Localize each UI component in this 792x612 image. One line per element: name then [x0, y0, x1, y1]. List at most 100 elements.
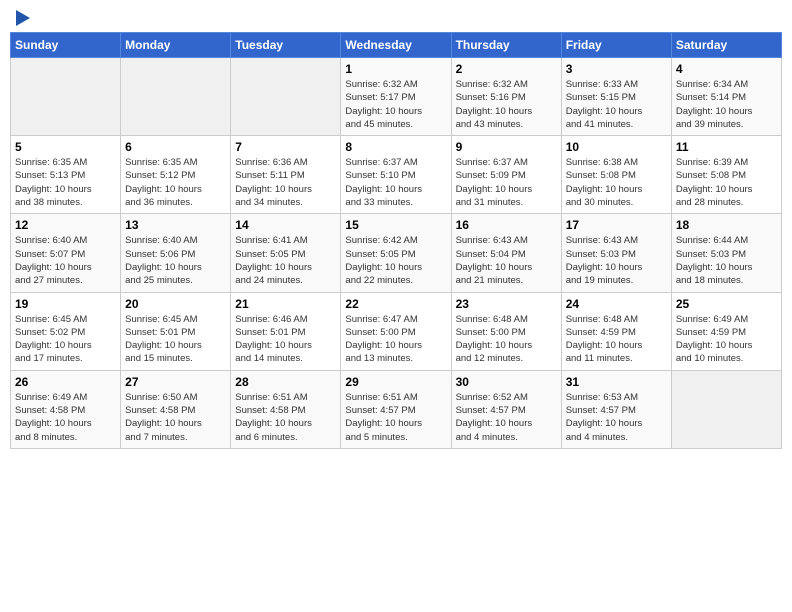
day-number: 24	[566, 297, 667, 311]
calendar-cell	[671, 370, 781, 448]
day-info: Sunrise: 6:47 AMSunset: 5:00 PMDaylight:…	[345, 313, 446, 366]
day-info: Sunrise: 6:39 AMSunset: 5:08 PMDaylight:…	[676, 156, 777, 209]
calendar-cell: 24 Sunrise: 6:48 AMSunset: 4:59 PMDayligh…	[561, 292, 671, 370]
calendar-cell: 12 Sunrise: 6:40 AMSunset: 5:07 PMDayligh…	[11, 214, 121, 292]
day-info: Sunrise: 6:37 AMSunset: 5:09 PMDaylight:…	[456, 156, 557, 209]
day-number: 13	[125, 218, 226, 232]
weekday-header-monday: Monday	[121, 33, 231, 58]
calendar-cell: 31Sunrise: 6:53 AMSunset: 4:57 PMDayligh…	[561, 370, 671, 448]
day-number: 26	[15, 375, 116, 389]
calendar-cell: 22 Sunrise: 6:47 AMSunset: 5:00 PMDayligh…	[341, 292, 451, 370]
day-info: Sunrise: 6:34 AMSunset: 5:14 PMDaylight:…	[676, 78, 777, 131]
calendar-cell: 10 Sunrise: 6:38 AMSunset: 5:08 PMDayligh…	[561, 136, 671, 214]
calendar-cell: 9 Sunrise: 6:37 AMSunset: 5:09 PMDaylight…	[451, 136, 561, 214]
day-number: 8	[345, 140, 446, 154]
day-number: 5	[15, 140, 116, 154]
day-info: Sunrise: 6:52 AMSunset: 4:57 PMDaylight:…	[456, 391, 557, 444]
day-info: Sunrise: 6:44 AMSunset: 5:03 PMDaylight:…	[676, 234, 777, 287]
day-info: Sunrise: 6:43 AMSunset: 5:04 PMDaylight:…	[456, 234, 557, 287]
calendar-cell: 27Sunrise: 6:50 AMSunset: 4:58 PMDayligh…	[121, 370, 231, 448]
calendar-cell: 15Sunrise: 6:42 AMSunset: 5:05 PMDayligh…	[341, 214, 451, 292]
calendar-cell: 25Sunrise: 6:49 AMSunset: 4:59 PMDayligh…	[671, 292, 781, 370]
day-info: Sunrise: 6:37 AMSunset: 5:10 PMDaylight:…	[345, 156, 446, 209]
day-info: Sunrise: 6:35 AMSunset: 5:13 PMDaylight:…	[15, 156, 116, 209]
calendar-cell	[11, 58, 121, 136]
calendar-cell: 19Sunrise: 6:45 AMSunset: 5:02 PMDayligh…	[11, 292, 121, 370]
calendar-cell: 17Sunrise: 6:43 AMSunset: 5:03 PMDayligh…	[561, 214, 671, 292]
day-info: Sunrise: 6:33 AMSunset: 5:15 PMDaylight:…	[566, 78, 667, 131]
day-info: Sunrise: 6:48 AMSunset: 4:59 PMDaylight:…	[566, 313, 667, 366]
calendar-cell	[121, 58, 231, 136]
day-number: 16	[456, 218, 557, 232]
day-info: Sunrise: 6:32 AMSunset: 5:16 PMDaylight:…	[456, 78, 557, 131]
day-number: 29	[345, 375, 446, 389]
day-info: Sunrise: 6:49 AMSunset: 4:59 PMDaylight:…	[676, 313, 777, 366]
day-number: 11	[676, 140, 777, 154]
day-info: Sunrise: 6:40 AMSunset: 5:07 PMDaylight:…	[15, 234, 116, 287]
weekday-header-friday: Friday	[561, 33, 671, 58]
calendar-week-4: 19Sunrise: 6:45 AMSunset: 5:02 PMDayligh…	[11, 292, 782, 370]
weekday-header-sunday: Sunday	[11, 33, 121, 58]
calendar-week-3: 12 Sunrise: 6:40 AMSunset: 5:07 PMDayligh…	[11, 214, 782, 292]
calendar-cell: 26 Sunrise: 6:49 AMSunset: 4:58 PMDayligh…	[11, 370, 121, 448]
calendar-cell: 11 Sunrise: 6:39 AMSunset: 5:08 PMDayligh…	[671, 136, 781, 214]
calendar-cell: 16 Sunrise: 6:43 AMSunset: 5:04 PMDayligh…	[451, 214, 561, 292]
calendar-cell: 28Sunrise: 6:51 AMSunset: 4:58 PMDayligh…	[231, 370, 341, 448]
day-number: 6	[125, 140, 226, 154]
day-number: 23	[456, 297, 557, 311]
calendar-cell: 13 Sunrise: 6:40 AMSunset: 5:06 PMDayligh…	[121, 214, 231, 292]
calendar-week-2: 5 Sunrise: 6:35 AMSunset: 5:13 PMDaylight…	[11, 136, 782, 214]
day-number: 15	[345, 218, 446, 232]
day-info: Sunrise: 6:46 AMSunset: 5:01 PMDaylight:…	[235, 313, 336, 366]
day-info: Sunrise: 6:45 AMSunset: 5:02 PMDaylight:…	[15, 313, 116, 366]
weekday-header-thursday: Thursday	[451, 33, 561, 58]
calendar-header: SundayMondayTuesdayWednesdayThursdayFrid…	[11, 33, 782, 58]
day-number: 12	[15, 218, 116, 232]
calendar-cell: 21 Sunrise: 6:46 AMSunset: 5:01 PMDayligh…	[231, 292, 341, 370]
day-info: Sunrise: 6:53 AMSunset: 4:57 PMDaylight:…	[566, 391, 667, 444]
day-number: 21	[235, 297, 336, 311]
day-number: 22	[345, 297, 446, 311]
day-info: Sunrise: 6:35 AMSunset: 5:12 PMDaylight:…	[125, 156, 226, 209]
calendar-cell: 7 Sunrise: 6:36 AMSunset: 5:11 PMDaylight…	[231, 136, 341, 214]
day-info: Sunrise: 6:32 AMSunset: 5:17 PMDaylight:…	[345, 78, 446, 131]
calendar-cell: 23 Sunrise: 6:48 AMSunset: 5:00 PMDayligh…	[451, 292, 561, 370]
weekday-row: SundayMondayTuesdayWednesdayThursdayFrid…	[11, 33, 782, 58]
logo	[14, 10, 30, 26]
day-info: Sunrise: 6:40 AMSunset: 5:06 PMDaylight:…	[125, 234, 226, 287]
logo-arrow-icon	[16, 10, 30, 26]
calendar-cell: 3 Sunrise: 6:33 AMSunset: 5:15 PMDaylight…	[561, 58, 671, 136]
calendar-cell: 5 Sunrise: 6:35 AMSunset: 5:13 PMDaylight…	[11, 136, 121, 214]
day-number: 27	[125, 375, 226, 389]
day-number: 4	[676, 62, 777, 76]
calendar-cell: 30 Sunrise: 6:52 AMSunset: 4:57 PMDayligh…	[451, 370, 561, 448]
weekday-header-tuesday: Tuesday	[231, 33, 341, 58]
calendar-cell: 6 Sunrise: 6:35 AMSunset: 5:12 PMDaylight…	[121, 136, 231, 214]
calendar-cell: 14Sunrise: 6:41 AMSunset: 5:05 PMDayligh…	[231, 214, 341, 292]
day-number: 14	[235, 218, 336, 232]
day-number: 10	[566, 140, 667, 154]
day-number: 3	[566, 62, 667, 76]
day-number: 18	[676, 218, 777, 232]
day-number: 30	[456, 375, 557, 389]
day-info: Sunrise: 6:43 AMSunset: 5:03 PMDaylight:…	[566, 234, 667, 287]
day-info: Sunrise: 6:38 AMSunset: 5:08 PMDaylight:…	[566, 156, 667, 209]
calendar-week-5: 26 Sunrise: 6:49 AMSunset: 4:58 PMDayligh…	[11, 370, 782, 448]
calendar-cell: 4 Sunrise: 6:34 AMSunset: 5:14 PMDaylight…	[671, 58, 781, 136]
day-number: 9	[456, 140, 557, 154]
calendar-cell: 18 Sunrise: 6:44 AMSunset: 5:03 PMDayligh…	[671, 214, 781, 292]
weekday-header-saturday: Saturday	[671, 33, 781, 58]
calendar-cell: 2 Sunrise: 6:32 AMSunset: 5:16 PMDaylight…	[451, 58, 561, 136]
calendar-body: 1Sunrise: 6:32 AMSunset: 5:17 PMDaylight…	[11, 58, 782, 449]
calendar-cell: 1Sunrise: 6:32 AMSunset: 5:17 PMDaylight…	[341, 58, 451, 136]
day-info: Sunrise: 6:49 AMSunset: 4:58 PMDaylight:…	[15, 391, 116, 444]
calendar-cell	[231, 58, 341, 136]
header	[10, 10, 782, 26]
day-number: 2	[456, 62, 557, 76]
day-number: 7	[235, 140, 336, 154]
day-info: Sunrise: 6:51 AMSunset: 4:57 PMDaylight:…	[345, 391, 446, 444]
calendar: SundayMondayTuesdayWednesdayThursdayFrid…	[10, 32, 782, 449]
calendar-week-1: 1Sunrise: 6:32 AMSunset: 5:17 PMDaylight…	[11, 58, 782, 136]
day-info: Sunrise: 6:48 AMSunset: 5:00 PMDaylight:…	[456, 313, 557, 366]
day-info: Sunrise: 6:36 AMSunset: 5:11 PMDaylight:…	[235, 156, 336, 209]
